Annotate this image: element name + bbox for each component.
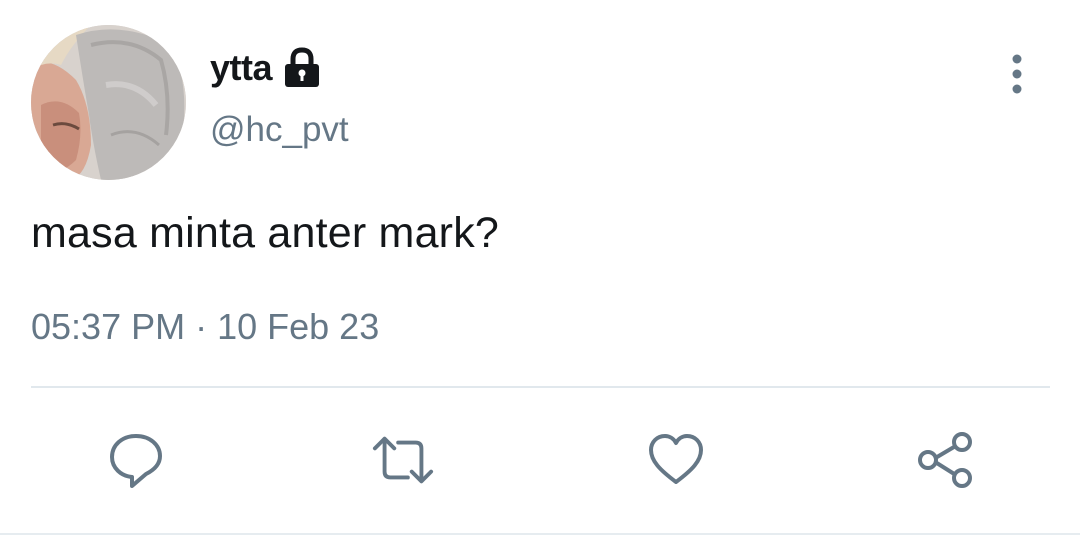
reply-icon — [110, 434, 162, 488]
tweet-date: 10 Feb 23 — [217, 306, 380, 347]
tweet-time: 05:37 PM — [31, 306, 186, 347]
tweet-card: ytta @hc_pvt masa minta anter mark? 05:3… — [0, 0, 1080, 552]
lock-icon — [283, 47, 321, 89]
heart-icon — [649, 434, 703, 484]
share-icon — [918, 432, 972, 488]
bottom-divider — [0, 533, 1080, 535]
user-handle[interactable]: @hc_pvt — [210, 110, 349, 150]
share-button[interactable] — [913, 428, 977, 492]
tweet-text: masa minta anter mark? — [31, 209, 500, 257]
meta-separator: · — [195, 306, 208, 347]
divider — [31, 386, 1050, 388]
name-row: ytta — [210, 46, 321, 90]
action-bar — [0, 428, 1080, 492]
display-name[interactable]: ytta — [210, 47, 273, 89]
retweet-button[interactable] — [371, 428, 435, 492]
retweet-icon — [372, 436, 434, 484]
avatar-photo — [31, 25, 186, 180]
tweet-timestamp[interactable]: 05:37 PM · 10 Feb 23 — [31, 306, 379, 348]
like-button[interactable] — [644, 428, 708, 492]
avatar[interactable] — [31, 25, 186, 180]
reply-button[interactable] — [104, 428, 168, 492]
more-vertical-icon[interactable] — [1002, 53, 1032, 97]
